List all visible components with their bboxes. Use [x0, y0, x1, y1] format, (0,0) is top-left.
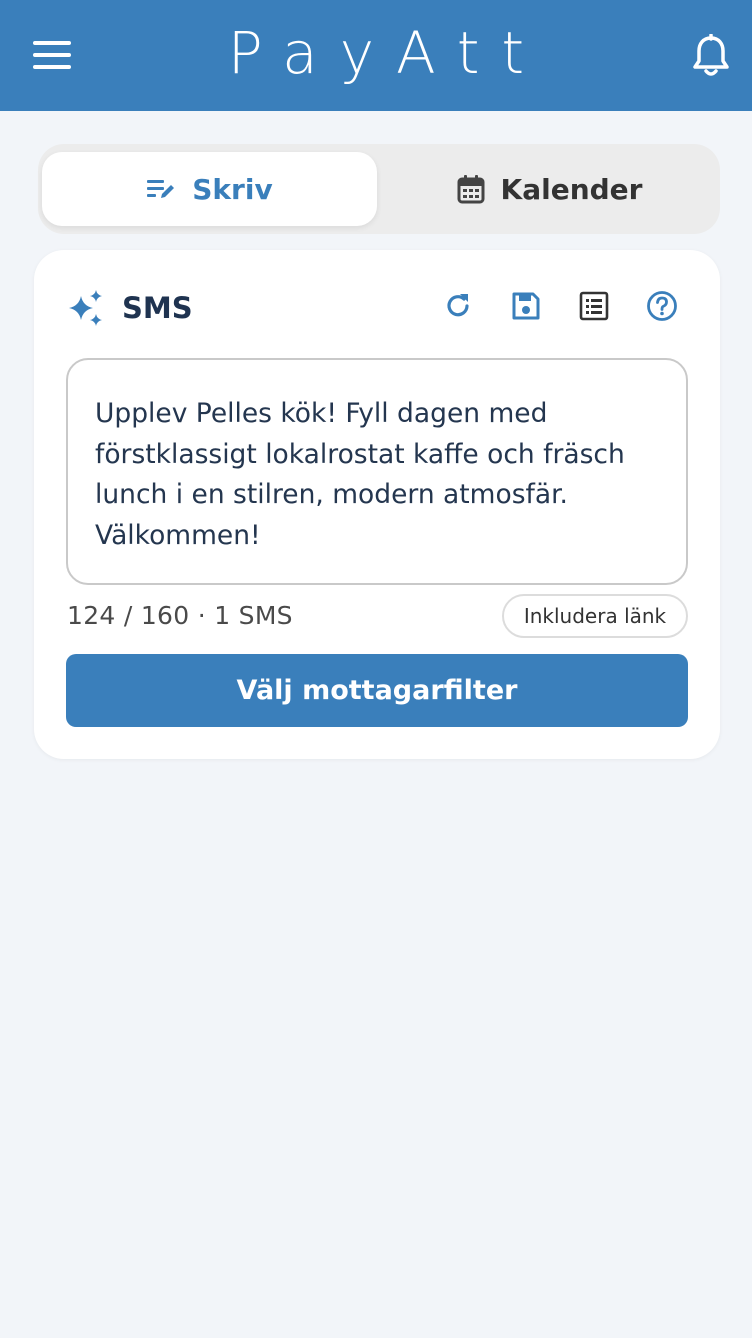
app-title: PayAtt	[227, 19, 547, 87]
character-counter: 124 / 160 · 1 SMS	[67, 601, 293, 630]
calendar-icon	[457, 175, 485, 204]
sms-card: SMS Upplev Pelles kök! Fyll dagen med fö…	[34, 250, 720, 759]
tab-skriv[interactable]: Skriv	[42, 152, 377, 226]
edit-lines-icon	[147, 180, 175, 198]
save-icon[interactable]	[510, 290, 542, 322]
bell-icon[interactable]	[692, 34, 730, 78]
tab-skriv-label: Skriv	[192, 172, 273, 206]
tab-bar: Skriv Kalender	[38, 144, 720, 234]
card-title: SMS	[122, 291, 193, 325]
app-header: PayAtt	[0, 0, 752, 111]
select-recipient-filter-button[interactable]: Välj mottagarfilter	[66, 654, 688, 727]
help-icon[interactable]	[646, 290, 678, 322]
refresh-icon[interactable]	[442, 290, 474, 322]
tab-kalender-label: Kalender	[500, 172, 643, 206]
include-link-button[interactable]: Inkludera länk	[502, 594, 688, 638]
tab-kalender[interactable]: Kalender	[383, 152, 716, 226]
sms-message-textarea[interactable]: Upplev Pelles kök! Fyll dagen med förstk…	[66, 358, 688, 585]
sparkles-icon	[69, 290, 102, 326]
list-icon[interactable]	[578, 290, 610, 322]
